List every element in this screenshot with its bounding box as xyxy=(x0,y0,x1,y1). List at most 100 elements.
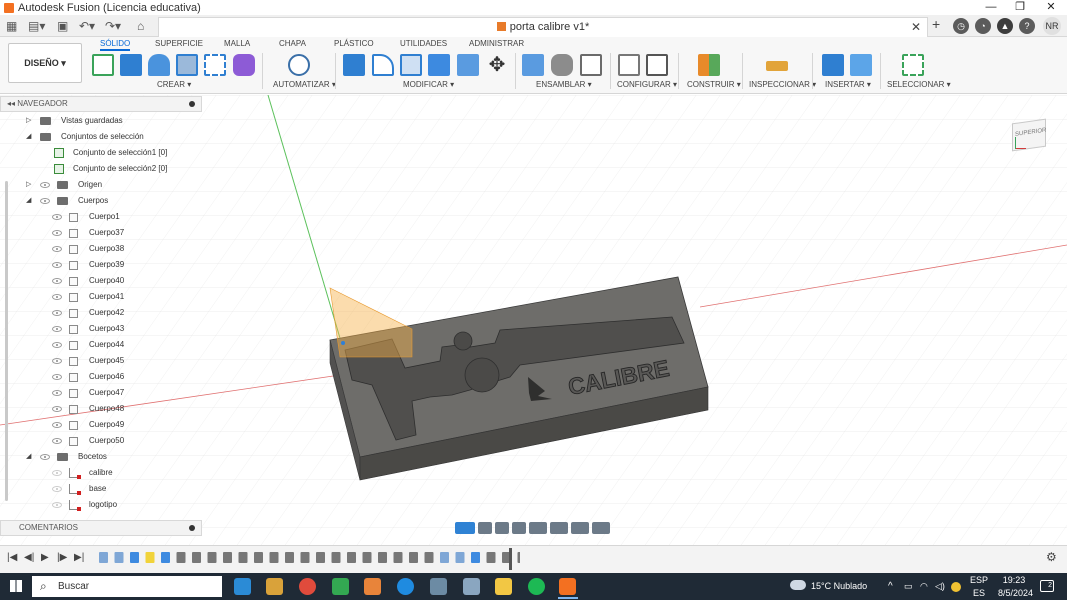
timeline-feature[interactable] xyxy=(238,552,248,563)
zoom-window-icon[interactable] xyxy=(529,522,547,534)
timeline-feature[interactable] xyxy=(99,552,108,563)
timeline-feature[interactable] xyxy=(161,552,170,563)
visibility-eye-icon[interactable] xyxy=(52,278,62,284)
extrude-icon[interactable] xyxy=(120,54,142,76)
redo-icon[interactable]: ↷▾ xyxy=(105,18,121,34)
tab-solid[interactable]: SÓLIDO xyxy=(100,39,131,51)
new-tab-icon[interactable]: + xyxy=(932,16,940,32)
configuration-table-icon[interactable] xyxy=(646,54,668,76)
visibility-eye-icon[interactable] xyxy=(52,294,62,300)
office-app-icon[interactable] xyxy=(364,578,381,595)
visibility-eye-icon[interactable] xyxy=(52,262,62,268)
visibility-eye-icon[interactable] xyxy=(52,358,62,364)
wifi-icon[interactable]: ◠ xyxy=(920,573,928,600)
save-icon[interactable]: ▣ xyxy=(57,18,68,34)
press-pull-icon[interactable] xyxy=(343,54,365,76)
group-insert[interactable]: INSERTAR ▾ xyxy=(825,80,871,89)
document-tab[interactable]: porta calibre v1* ✕ xyxy=(158,17,928,37)
collapse-icon[interactable]: ◢ xyxy=(26,133,34,141)
windows-start-icon[interactable] xyxy=(10,580,22,592)
grid-menu-icon[interactable]: ▦ xyxy=(6,18,17,34)
job-status-icon[interactable]: ◔ xyxy=(975,18,991,34)
language-indicator[interactable]: ESP ES xyxy=(970,574,988,600)
timeline-feature[interactable] xyxy=(176,552,186,563)
timeline-feature[interactable] xyxy=(486,552,496,563)
automate-icon[interactable] xyxy=(288,54,310,76)
timeline-prev-icon[interactable]: ◀| xyxy=(24,552,34,563)
undo-icon[interactable]: ↶▾ xyxy=(79,18,95,34)
timeline-play-icon[interactable]: ▶ xyxy=(41,552,49,563)
construct-plane-icon[interactable] xyxy=(698,54,720,76)
collapse-icon[interactable]: ◢ xyxy=(26,453,34,461)
visibility-eye-icon[interactable] xyxy=(52,438,62,444)
file-menu-icon[interactable]: ▤▾ xyxy=(28,18,45,34)
comments-panel[interactable]: COMENTARIOS xyxy=(0,520,202,536)
timeline-end-icon[interactable]: ▶| xyxy=(74,552,84,563)
collapse-icon[interactable]: ◢ xyxy=(26,197,34,205)
visibility-eye-icon[interactable] xyxy=(52,422,62,428)
sheets-app-icon[interactable] xyxy=(332,578,349,595)
python-app-icon[interactable] xyxy=(463,578,480,595)
group-assemble[interactable]: ENSAMBLAR ▾ xyxy=(536,80,592,89)
visibility-eye-icon[interactable] xyxy=(52,502,62,508)
group-create[interactable]: CREAR ▾ xyxy=(157,80,191,89)
shell-icon[interactable] xyxy=(400,54,422,76)
move-copy-icon[interactable]: ✥ xyxy=(486,54,508,76)
timeline-next-icon[interactable]: |▶ xyxy=(57,552,67,563)
timeline-feature[interactable] xyxy=(378,552,387,563)
timeline-feature[interactable] xyxy=(300,552,310,563)
measure-icon[interactable] xyxy=(766,61,788,71)
inkscape-app-icon[interactable] xyxy=(430,578,447,595)
notifications-icon[interactable]: ▲ xyxy=(997,18,1013,34)
minimize-button[interactable]: — xyxy=(976,0,1006,15)
notification-center-icon[interactable]: 2 xyxy=(1040,580,1054,592)
timeline-feature[interactable] xyxy=(517,552,521,563)
browser-scrollbar[interactable] xyxy=(5,181,8,501)
view-cube-face[interactable]: SUPERIOR xyxy=(1012,118,1046,152)
spotify-app-icon[interactable] xyxy=(528,578,545,595)
weather-cloud-icon[interactable] xyxy=(790,580,806,590)
timeline-feature[interactable] xyxy=(254,552,263,563)
group-modify[interactable]: MODIFICAR ▾ xyxy=(403,80,454,89)
insert-image-icon[interactable] xyxy=(850,54,872,76)
tab-sheet-metal[interactable]: CHAPA xyxy=(279,39,306,48)
joint-icon[interactable] xyxy=(551,54,573,76)
clock[interactable]: 19:23 8/5/2024 xyxy=(998,574,1033,600)
timeline-feature[interactable] xyxy=(223,552,232,563)
close-window-button[interactable]: ✕ xyxy=(1036,0,1066,15)
visibility-eye-icon[interactable] xyxy=(52,326,62,332)
restore-button[interactable]: ❐ xyxy=(1005,0,1035,15)
expand-icon[interactable]: ▷ xyxy=(26,117,34,125)
visibility-eye-icon[interactable] xyxy=(52,374,62,380)
user-avatar[interactable]: NR xyxy=(1043,17,1061,35)
form-icon[interactable] xyxy=(233,54,255,76)
viewports-icon[interactable] xyxy=(592,522,610,534)
look-at-icon[interactable] xyxy=(478,522,492,534)
as-built-joint-icon[interactable] xyxy=(580,54,602,76)
timeline-feature[interactable] xyxy=(393,552,403,563)
timeline-feature[interactable] xyxy=(347,552,356,563)
pattern-icon[interactable] xyxy=(204,54,226,76)
hole-icon[interactable] xyxy=(176,54,198,76)
zoom-icon[interactable] xyxy=(512,522,526,534)
visibility-eye-icon[interactable] xyxy=(52,406,62,412)
explorer-app-icon[interactable] xyxy=(495,578,512,595)
timeline-marker[interactable] xyxy=(509,548,512,570)
tab-utilities[interactable]: UTILIDADES xyxy=(400,39,447,48)
comments-add-icon[interactable] xyxy=(189,525,195,531)
tray-device-icon[interactable]: ▭ xyxy=(904,573,913,600)
close-tab-icon[interactable]: ✕ xyxy=(911,18,921,37)
visibility-eye-icon[interactable] xyxy=(52,390,62,396)
weather-text[interactable]: 15°C Nublado xyxy=(811,573,867,600)
store-app-icon[interactable] xyxy=(266,578,283,595)
group-automate[interactable]: AUTOMATIZAR ▾ xyxy=(273,80,336,89)
browser-header[interactable]: ◂◂ NAVEGADOR xyxy=(0,96,202,112)
help-icon[interactable]: ? xyxy=(1019,18,1035,34)
select-window-icon[interactable] xyxy=(902,54,924,76)
timeline-feature[interactable] xyxy=(409,552,418,563)
browser-pin-icon[interactable] xyxy=(189,101,195,107)
tab-surface[interactable]: SUPERFICIE xyxy=(155,39,203,48)
visibility-eye-icon[interactable] xyxy=(52,486,62,492)
timeline-feature[interactable] xyxy=(471,552,480,563)
timeline-start-icon[interactable]: |◀ xyxy=(7,552,17,563)
